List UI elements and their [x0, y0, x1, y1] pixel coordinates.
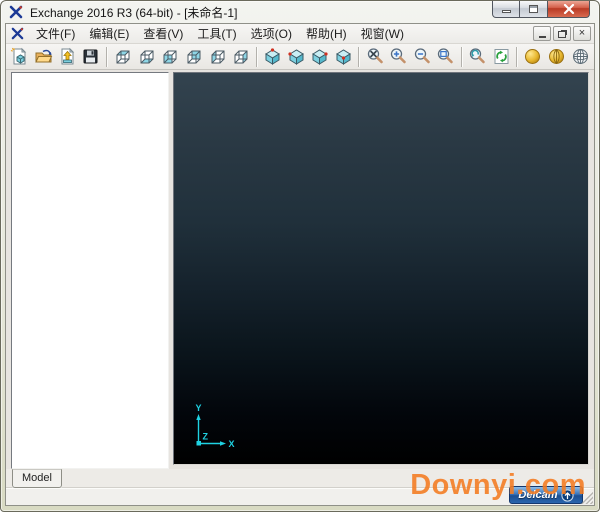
view-bottom-button[interactable]: [134, 45, 158, 68]
view-top-button[interactable]: [111, 45, 135, 68]
shaded-edges-view-button[interactable]: [545, 45, 569, 68]
view-right-button[interactable]: [229, 45, 253, 68]
zoom-out-button[interactable]: [411, 45, 435, 68]
axis-triad: Y X Z: [196, 403, 235, 449]
menu-help[interactable]: 帮助(H): [299, 23, 354, 44]
zoom-in-button[interactable]: [387, 45, 411, 68]
iso-view-4-button[interactable]: [332, 45, 356, 68]
menu-view[interactable]: 查看(V): [136, 23, 190, 44]
iso-view-3-button[interactable]: [308, 45, 332, 68]
toolbar: [6, 44, 594, 70]
delcam-globe-icon: [560, 488, 574, 502]
menu-bar: 文件(F) 编辑(E) 查看(V) 工具(T) 选项(O) 帮助(H) 视窗(W…: [6, 24, 594, 44]
zoom-fit-button[interactable]: [363, 45, 387, 68]
wireframe-view-icon: [572, 49, 588, 64]
model-tree-panel[interactable]: [11, 72, 169, 469]
zoom-window-button[interactable]: [434, 45, 458, 68]
view-left-icon: [211, 50, 225, 64]
toolbar-separator: [516, 46, 519, 67]
delcam-logo-text: Delcam: [518, 489, 558, 501]
refresh-view-icon: [494, 49, 509, 64]
status-bar: [6, 488, 594, 505]
iso-view-2-icon: [287, 49, 304, 65]
import-file-button[interactable]: [55, 45, 79, 68]
toolbar-separator: [105, 46, 108, 67]
iso-view-3-icon: [312, 49, 328, 65]
view-right-icon: [234, 50, 248, 64]
iso-view-1-icon: [264, 48, 280, 65]
menu-file[interactable]: 文件(F): [29, 23, 82, 44]
toolbar-separator: [358, 46, 361, 67]
menu-window[interactable]: 视窗(W): [354, 23, 411, 44]
client-area: 文件(F) 编辑(E) 查看(V) 工具(T) 选项(O) 帮助(H) 视窗(W…: [5, 23, 595, 506]
zoom-window-icon: [438, 48, 454, 64]
axis-y-label: Y: [196, 403, 202, 413]
iso-view-4-icon: [335, 49, 351, 65]
mdi-minimize-icon: [538, 36, 546, 38]
app-logo-icon: [9, 5, 23, 19]
window-title: Exchange 2016 R3 (64-bit) - [未命名-1]: [30, 5, 238, 20]
refresh-view-button[interactable]: [489, 45, 513, 68]
axis-x-label: X: [229, 439, 235, 449]
bottom-tab-strip: Model: [6, 469, 594, 488]
menu-tools[interactable]: 工具(T): [190, 23, 243, 44]
view-bottom-icon: [140, 50, 154, 64]
open-file-icon: [35, 49, 53, 63]
window-controls: [492, 1, 590, 18]
iso-view-2-button[interactable]: [284, 45, 308, 68]
shaded-edges-view-icon: [549, 49, 565, 64]
viewport-3d[interactable]: Y X Z: [173, 72, 589, 465]
minimize-icon: [501, 10, 511, 13]
maximize-icon: [529, 4, 538, 13]
mdi-restore-icon: [558, 30, 566, 38]
mdi-close-button[interactable]: ×: [573, 26, 591, 41]
zoom-previous-icon: [469, 48, 485, 64]
save-file-icon: [83, 49, 98, 64]
mdi-restore-button[interactable]: [553, 26, 571, 41]
mdi-window-controls: ×: [533, 26, 591, 41]
menu-options[interactable]: 选项(O): [244, 23, 299, 44]
view-back-button[interactable]: [182, 45, 206, 68]
close-icon: [563, 3, 574, 14]
zoom-fit-icon: [367, 48, 383, 64]
shaded-view-icon: [525, 49, 541, 64]
toolbar-separator: [255, 46, 258, 67]
close-button[interactable]: [548, 1, 590, 18]
new-file-icon: [11, 47, 27, 65]
maximize-button[interactable]: [520, 1, 548, 18]
zoom-out-icon: [414, 48, 430, 64]
view-front-icon: [163, 50, 177, 64]
wireframe-view-button[interactable]: [568, 45, 592, 68]
iso-view-1-button[interactable]: [261, 45, 285, 68]
workspace: Y X Z: [6, 70, 594, 469]
import-file-icon: [61, 47, 74, 65]
mdi-minimize-button[interactable]: [533, 26, 551, 41]
app-window: Exchange 2016 R3 (64-bit) - [未命名-1] 文件(F…: [0, 0, 600, 512]
document-logo-icon: [11, 27, 24, 40]
zoom-previous-button[interactable]: [466, 45, 490, 68]
zoom-in-icon: [391, 48, 406, 64]
new-file-button[interactable]: [8, 45, 32, 68]
axis-z-label: Z: [203, 432, 209, 442]
open-file-button[interactable]: [32, 45, 56, 68]
delcam-logo-badge: Delcam: [509, 486, 583, 504]
menu-edit[interactable]: 编辑(E): [82, 23, 136, 44]
view-top-icon: [116, 50, 130, 64]
minimize-button[interactable]: [492, 1, 520, 18]
tab-model[interactable]: Model: [12, 469, 62, 488]
save-file-button[interactable]: [79, 45, 103, 68]
view-front-button[interactable]: [158, 45, 182, 68]
toolbar-separator: [460, 46, 463, 67]
view-back-icon: [187, 50, 201, 64]
view-left-button[interactable]: [205, 45, 229, 68]
shaded-view-button[interactable]: [521, 45, 545, 68]
